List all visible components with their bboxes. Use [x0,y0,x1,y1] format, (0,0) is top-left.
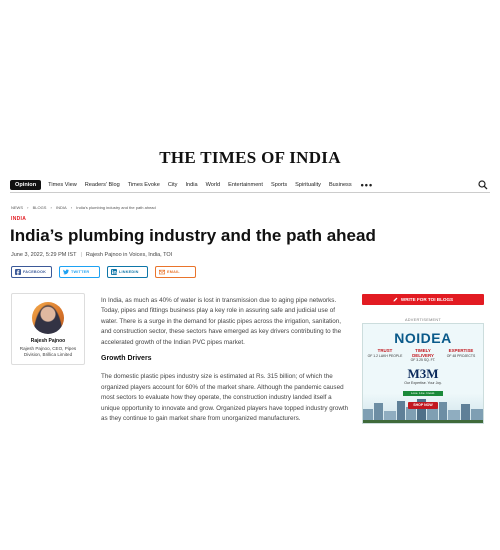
write-button-label: WRITE FOR TOI BLOGS [400,297,454,302]
nav-item-entertainment[interactable]: Entertainment [228,182,263,188]
more-menu-icon[interactable]: ••• [361,181,373,190]
pencil-icon [393,297,398,302]
ad-tagline-strip: Love. Live. Invest. [403,391,443,396]
section-label[interactable]: INDIA [11,216,26,222]
write-for-toi-blogs-button[interactable]: WRITE FOR TOI BLOGS [362,294,484,305]
breadcrumb-separator: › [50,205,52,210]
ad-highlight-trust: TRUST OF 1.2 LAKH PEOPLE [367,348,403,363]
author-name[interactable]: Rajesh Pajnoo [12,338,84,344]
nav-item-world[interactable]: World [206,182,221,188]
breadcrumb-current: India's plumbing industry and the path a… [76,205,156,210]
author-role: Rajesh Pajnoo, CEO, Pipes Division, Bril… [19,346,77,357]
ad-tagline-line: Our Expertise. Your Joy. [404,381,442,385]
author-avatar[interactable] [32,302,64,334]
share-email-label: EMAIL [167,270,180,274]
breadcrumb-separator: › [70,205,73,210]
article-title: India’s plumbing industry and the path a… [10,226,376,245]
article-paragraph: The domestic plastic pipes industry size… [101,373,349,423]
nav-opinion[interactable]: Opinion [10,180,42,190]
share-bar: FACEBOOK TWITTER LINKEDIN EMAIL [11,266,196,278]
breadcrumb-separator: › [27,205,29,210]
article-meta: June 3, 2022, 5:29 PM IST | Rajesh Pajnoo … [11,252,172,258]
nav-item-sports[interactable]: Sports [271,182,287,188]
breadcrumb: NEWS › BLOGS › INDIA › India's plumbing … [11,205,159,210]
share-facebook-button[interactable]: FACEBOOK [11,266,52,278]
breadcrumb-india[interactable]: INDIA [56,205,67,210]
nav-item-india[interactable]: India [185,182,197,188]
advertisement-label: ADVERTISEMENT [404,318,442,322]
ad-highlight-expertise: EXPERTISE OF 48 PROJECTS [443,348,479,363]
ad-brand: M3M [407,366,439,381]
meta-divider: | [80,252,82,258]
share-twitter-button[interactable]: TWITTER [59,266,100,278]
share-facebook-label: FACEBOOK [23,270,47,274]
author-card[interactable]: Rajesh Pajnoo Rajesh Pajnoo, CEO, Pipes … [11,293,85,365]
breadcrumb-blogs[interactable]: BLOGS [33,205,47,210]
ad-tagline: Our Expertise. Your Joy. [363,381,483,386]
share-email-button[interactable]: EMAIL [155,266,196,278]
ad-highlight-title: TIMELY DELIVERY [412,348,434,358]
ad-logo: NOIDEA [394,330,452,346]
article-subheading: Growth Drivers [101,355,152,363]
advertisement-banner[interactable]: NOIDEA TRUST OF 1.2 LAKH PEOPLE TIMELY DE… [362,323,484,424]
email-icon [159,269,165,275]
byline[interactable]: Rajesh Pajnoo in Voices, India, TOI [86,252,172,258]
ad-highlight-delivery: TIMELY DELIVERY OF 3.25 SQ. FT. [405,348,441,363]
nav-item-city[interactable]: City [168,182,178,188]
nav-item-business[interactable]: Business [329,182,352,188]
main-nav: Opinion Times View Readers' Blog Times E… [10,178,490,193]
nav-item-times-evoke[interactable]: Times Evoke [128,182,160,188]
twitter-icon [63,269,69,275]
site-logo[interactable]: THE TIMES OF INDIA [0,148,500,168]
nav-item-times-view[interactable]: Times View [48,182,77,188]
nav-item-spirituality[interactable]: Spirituality [295,182,321,188]
ad-highlight-text: OF 48 PROJECTS [446,353,476,358]
facebook-icon [15,269,21,275]
ad-shop-now-button[interactable]: SHOP NOW [408,402,438,409]
share-linkedin-label: LINKEDIN [119,270,139,274]
article-paragraph: In India, as much as 40% of water is los… [101,297,342,346]
breadcrumb-news[interactable]: NEWS [11,205,23,210]
article-body: In India, as much as 40% of water is los… [101,296,351,430]
ad-highlight-text: OF 1.2 LAKH PEOPLE [367,353,403,358]
share-twitter-label: TWITTER [71,270,90,274]
ad-highlights: TRUST OF 1.2 LAKH PEOPLE TIMELY DELIVERY O… [367,348,479,363]
share-linkedin-button[interactable]: LINKEDIN [107,266,148,278]
nav-item-readers-blog[interactable]: Readers' Blog [85,182,120,188]
search-icon[interactable] [478,180,488,190]
linkedin-icon [111,269,117,275]
publish-date: June 3, 2022, 5:29 PM IST [11,252,77,258]
ad-highlight-text: OF 3.25 SQ. FT. [410,358,436,362]
city-skyline-image [363,399,483,423]
